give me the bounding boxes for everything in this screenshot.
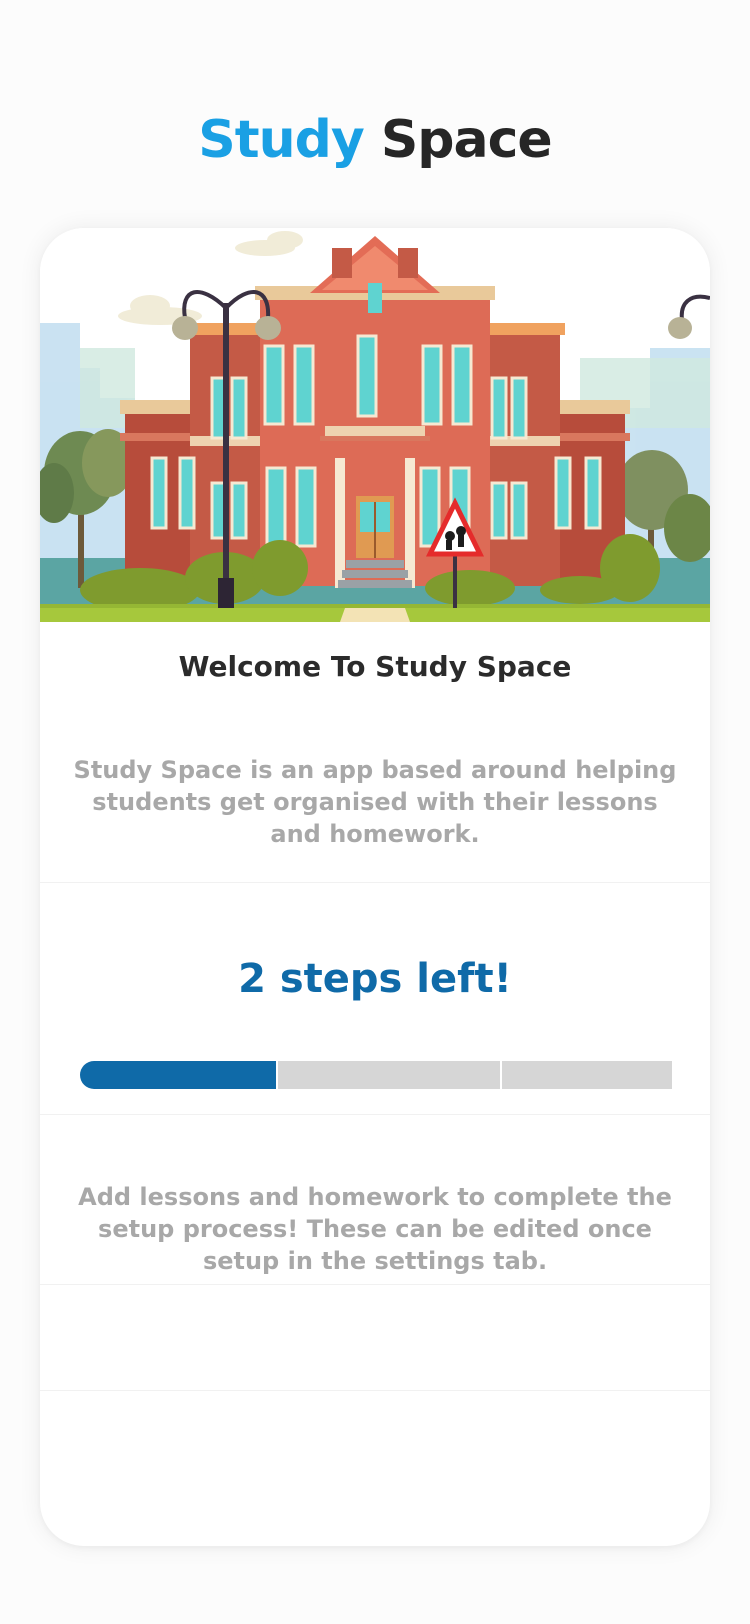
app-description: Study Space is an app based around helpi…: [73, 756, 677, 848]
onboarding-card: Welcome To Study Space Study Space is an…: [40, 228, 710, 1546]
app-title-space: Space: [380, 110, 553, 170]
section-divider: [40, 882, 710, 883]
section-divider: [40, 1390, 710, 1391]
app-title: Study Space: [0, 110, 750, 170]
section-divider: [40, 1284, 710, 1285]
section-divider: [40, 1114, 710, 1115]
setup-progress-bar: [80, 1061, 672, 1089]
progress-segment-pending: [502, 1061, 672, 1089]
app-title-study: Study: [198, 110, 364, 170]
setup-instructions: Add lessons and homework to complete the…: [78, 1183, 672, 1275]
steps-left-label: 2 steps left!: [238, 956, 512, 1002]
progress-segment-complete: [80, 1061, 276, 1089]
school-building-illustration: [40, 228, 710, 622]
welcome-heading: Welcome To Study Space: [178, 650, 572, 683]
progress-segment-pending: [278, 1061, 500, 1089]
